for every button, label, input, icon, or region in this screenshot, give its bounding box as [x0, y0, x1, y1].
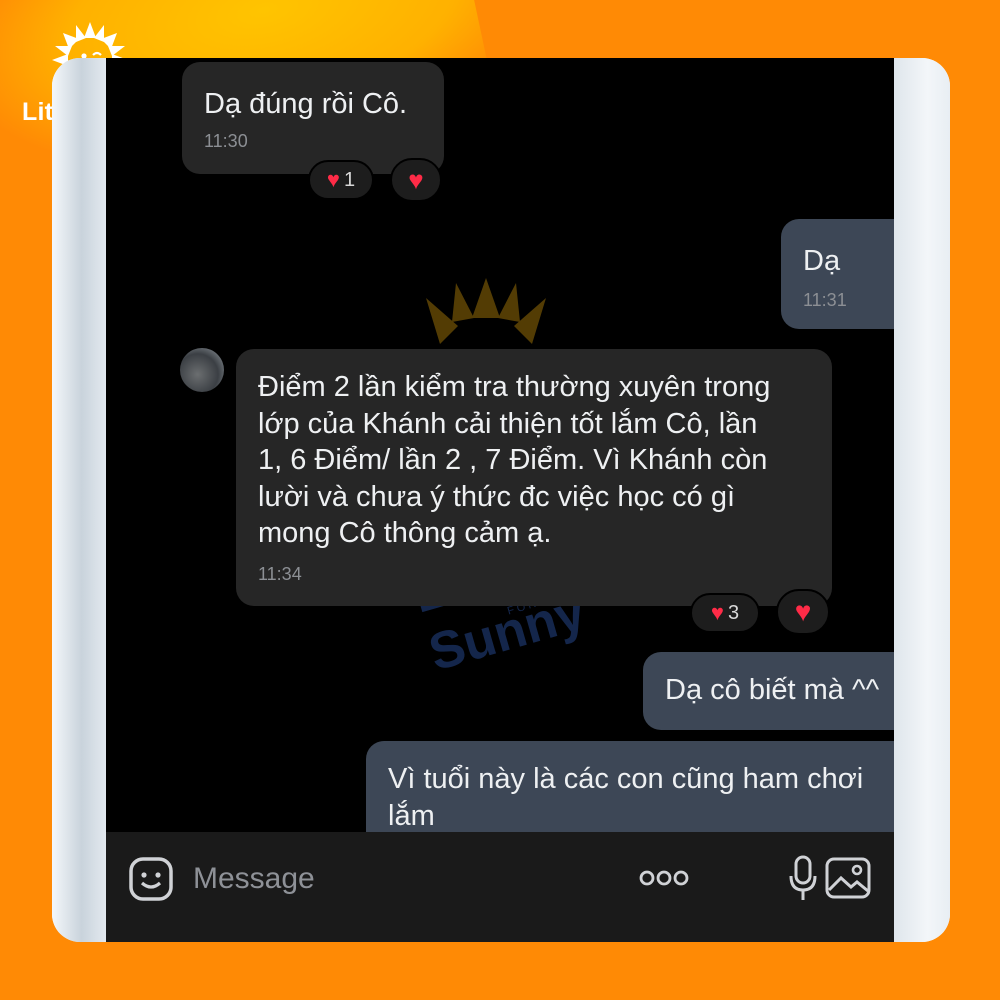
chat-screen[interactable]: Little Sunny FOR A BETTER WORLD Dạ đúng … — [106, 58, 894, 942]
add-reaction-button[interactable]: ♥ — [776, 589, 830, 635]
message-bubble-outgoing[interactable]: Dạ 11:31 — [781, 219, 894, 329]
microphone-icon[interactable] — [787, 854, 819, 904]
message-composer: Message — [106, 832, 894, 942]
message-time: 11:34 — [258, 563, 302, 584]
reaction-count-pill[interactable]: ♥ 1 — [308, 160, 374, 200]
message-text: Dạ — [803, 245, 841, 277]
message-time: 11:31 — [803, 289, 847, 310]
reaction-count: 1 — [343, 168, 356, 191]
message-bubble-outgoing[interactable]: Dạ cô biết mà ^^ — [643, 652, 894, 730]
message-time: 11:30 — [204, 130, 248, 151]
message-text: Dạ đúng rồi Cô. — [204, 88, 408, 120]
avatar[interactable] — [180, 348, 224, 392]
image-icon[interactable] — [824, 856, 872, 900]
heart-icon: ♥ — [710, 600, 724, 625]
sticker-icon[interactable] — [128, 856, 174, 902]
message-bubble-incoming[interactable]: Điểm 2 lần kiểm tra thường xuyên trong l… — [236, 349, 832, 606]
heart-icon: ♥ — [326, 167, 340, 192]
message-text: Vì tuổi này là các con cũng ham chơi lắm — [388, 763, 864, 832]
message-text: Dạ cô biết mà ^^ — [665, 674, 880, 706]
card-edge-right — [894, 58, 950, 942]
card-edge-left — [52, 58, 106, 942]
heart-icon: ♥ — [408, 164, 424, 195]
add-reaction-button[interactable]: ♥ — [390, 158, 442, 202]
reaction-count-pill[interactable]: ♥ 3 — [690, 593, 760, 633]
phone-card: Little Sunny FOR A BETTER WORLD Dạ đúng … — [52, 58, 950, 942]
message-bubble-incoming[interactable]: Dạ đúng rồi Cô. 11:30 — [182, 62, 444, 174]
reaction-count: 3 — [727, 601, 740, 624]
more-icon[interactable] — [638, 868, 690, 888]
message-text: Điểm 2 lần kiểm tra thường xuyên trong l… — [258, 371, 771, 549]
heart-icon: ♥ — [794, 596, 812, 627]
message-input[interactable]: Message — [193, 862, 315, 896]
